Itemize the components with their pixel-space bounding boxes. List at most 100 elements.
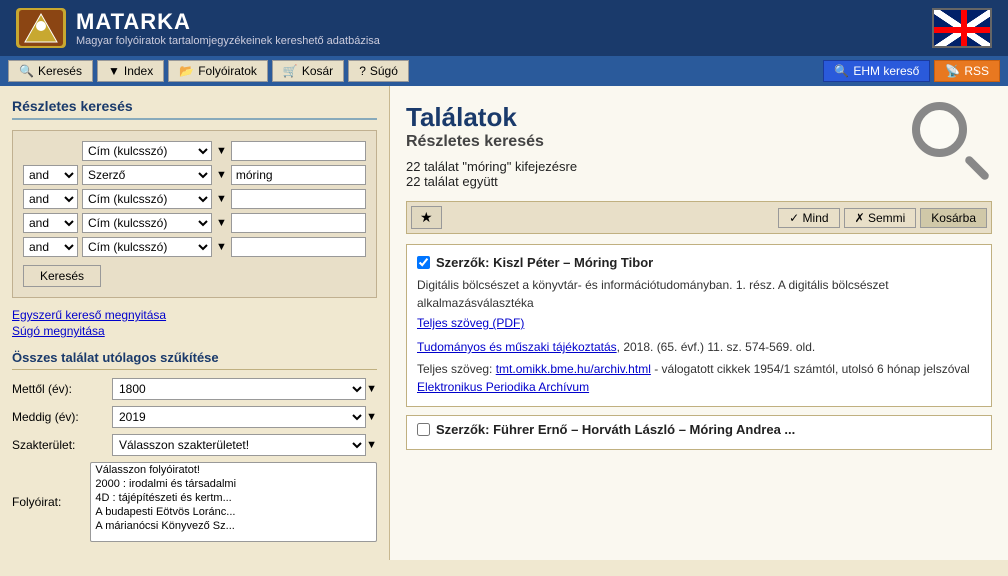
main-content: Részletes keresés Cím (kulcsszó) Szerző … [0, 86, 1008, 560]
results-count-1: 22 találat "móring" kifejezésre [406, 159, 577, 174]
result-2-checkbox[interactable] [417, 423, 430, 436]
nav-rss-button[interactable]: 📡 RSS [934, 60, 1000, 82]
magnifier-icon [912, 102, 992, 182]
search-input-1[interactable] [231, 141, 366, 161]
meddig-row: Meddig (év): 2019 ▼ [12, 406, 377, 428]
result-1-fulltext2-link[interactable]: tmt.omikk.bme.hu/archiv.html [496, 362, 651, 376]
simple-search-link[interactable]: Egyszerű kereső megnyitása [12, 308, 377, 322]
and-select-3[interactable]: and or not [23, 189, 78, 209]
folyoirat-option-0[interactable]: Válasszon folyóiratot! [91, 463, 376, 477]
logo-icon [16, 8, 66, 48]
field-select-3[interactable]: Cím (kulcsszó) Szerző [82, 189, 212, 209]
folyoirat-label: Folyóirat: [12, 495, 90, 509]
help-open-link[interactable]: Súgó megnyitása [12, 324, 377, 338]
results-count-2: 22 találat együtt [406, 174, 577, 189]
result-2-title: Szerzők: Führer Ernő – Horváth László – … [436, 422, 795, 437]
semmi-button[interactable]: ✗ Semmi [844, 208, 917, 228]
and-select-5[interactable]: and or not [23, 237, 78, 257]
result-1-body: Digitális bölcsészet a könyvtár- és info… [417, 276, 981, 396]
results-title-block: Találatok Részletes keresés 22 találat "… [406, 102, 577, 189]
sidebar-title: Részletes keresés [12, 98, 377, 120]
result-item-2: Szerzők: Führer Ernő – Horváth László – … [406, 415, 992, 450]
result-1-fulltext-link[interactable]: Teljes szöveg (PDF) [417, 314, 981, 332]
result-1-description: Digitális bölcsészet a könyvtár- és info… [417, 278, 889, 310]
result-2-header: Szerzők: Führer Ernő – Horváth László – … [417, 422, 981, 437]
app-subtitle: Magyar folyóiratok tartalomjegyzékeinek … [76, 35, 380, 47]
result-item-1: Szerzők: Kiszl Péter – Móring Tibor Digi… [406, 244, 992, 407]
dropdown-icon-3: ▼ [216, 193, 227, 205]
folyoirat-option-2[interactable]: 4D : tájépítészeti és kertm... [91, 491, 376, 505]
field-select-5[interactable]: Cím (kulcsszó) Szerző [82, 237, 212, 257]
search-input-2[interactable] [231, 165, 366, 185]
search-row-2: and or not Szerző Cím (kulcsszó) ▼ [23, 165, 366, 185]
dropdown-icon-2: ▼ [216, 169, 227, 181]
nav-index-button[interactable]: ▼ Index [97, 60, 164, 82]
result-1-archive-link[interactable]: Elektronikus Periodika Archívum [417, 380, 589, 394]
folyoirat-section: Folyóirat: Válasszon folyóiratot! 2000 :… [12, 462, 377, 542]
folyoirat-option-3[interactable]: A budapesti Eötvös Loránc... [91, 505, 376, 519]
szakterulet-select[interactable]: Válasszon szakterületet! [112, 434, 366, 456]
header: MATARKA Magyar folyóiratok tartalomjegyz… [0, 0, 1008, 56]
sidebar: Részletes keresés Cím (kulcsszó) Szerző … [0, 86, 390, 560]
header-logo: MATARKA Magyar folyóiratok tartalomjegyz… [16, 8, 380, 48]
search-button[interactable]: Keresés [23, 265, 101, 287]
nav-cart-button[interactable]: 🛒 Kosár [272, 60, 344, 82]
dropdown-icon-5: ▼ [216, 241, 227, 253]
sidebar-links: Egyszerű kereső megnyitása Súgó megnyitá… [12, 308, 377, 338]
szakterulet-dropdown-icon: ▼ [366, 439, 377, 451]
mettol-dropdown-icon: ▼ [366, 383, 377, 395]
and-select-2[interactable]: and or not [23, 165, 78, 185]
folyoirat-option-4[interactable]: A márianócsi Könyvező Sz... [91, 519, 376, 533]
mettol-label: Mettől (év): [12, 382, 112, 396]
results-toolbar: ★ ✓ Mind ✗ Semmi Kosárba [406, 201, 992, 234]
dropdown-icon-1: ▼ [216, 145, 227, 157]
results-header: Találatok Részletes keresés 22 találat "… [406, 102, 992, 189]
result-1-journal-link[interactable]: Tudományos és műszaki tájékoztatás [417, 340, 617, 354]
nav-search-button[interactable]: 🔍 Keresés [8, 60, 93, 82]
search-form: Cím (kulcsszó) Szerző Cím ▼ and or not S… [12, 130, 377, 298]
folyoirat-option-1[interactable]: 2000 : irodalmi és társadalmi [91, 477, 376, 491]
navigation: 🔍 Keresés ▼ Index 📂 Folyóiratok 🛒 Kosár … [0, 56, 1008, 86]
folyoirat-row: Folyóirat: Válasszon folyóiratot! 2000 :… [12, 462, 377, 542]
field-select-2[interactable]: Szerző Cím (kulcsszó) [82, 165, 212, 185]
search-row-5: and or not Cím (kulcsszó) Szerző ▼ [23, 237, 366, 257]
uk-flag[interactable] [932, 8, 992, 48]
meddig-select[interactable]: 2019 [112, 406, 366, 428]
meddig-label: Meddig (év): [12, 410, 112, 424]
filter-title: Összes találat utólagos szűkítése [12, 350, 377, 370]
results-subtitle: Részletes keresés [406, 133, 577, 151]
and-select-4[interactable]: and or not [23, 213, 78, 233]
nav-ehm-button[interactable]: 🔍 EHM kereső [823, 60, 930, 82]
result-1-fulltext2-suffix: - válogatott cikkek 1954/1 számtól, utol… [651, 362, 970, 376]
result-1-fulltext2: Teljes szöveg: tmt.omikk.bme.hu/archiv.h… [417, 360, 981, 378]
szakterulet-label: Szakterület: [12, 438, 112, 452]
result-1-header: Szerzők: Kiszl Péter – Móring Tibor [417, 255, 981, 270]
result-1-checkbox[interactable] [417, 256, 430, 269]
search-input-5[interactable] [231, 237, 366, 257]
app-title: MATARKA [76, 9, 380, 35]
search-row-1: Cím (kulcsszó) Szerző Cím ▼ [23, 141, 366, 161]
nav-help-button[interactable]: ? Súgó [348, 60, 409, 82]
kosarba-button[interactable]: Kosárba [920, 208, 987, 228]
mind-button[interactable]: ✓ Mind [778, 208, 839, 228]
mettol-row: Mettől (év): 1800 ▼ [12, 378, 377, 400]
nav-left: 🔍 Keresés ▼ Index 📂 Folyóiratok 🛒 Kosár … [8, 60, 409, 82]
result-1-title: Szerzők: Kiszl Péter – Móring Tibor [436, 255, 653, 270]
results-content: Találatok Részletes keresés 22 találat "… [390, 86, 1008, 560]
folyoirat-listbox[interactable]: Válasszon folyóiratot! 2000 : irodalmi é… [90, 462, 377, 542]
mettol-select[interactable]: 1800 [112, 378, 366, 400]
szakterulet-row: Szakterület: Válasszon szakterületet! ▼ [12, 434, 377, 456]
field-select-4[interactable]: Cím (kulcsszó) Szerző [82, 213, 212, 233]
field-select-1[interactable]: Cím (kulcsszó) Szerző Cím [82, 141, 212, 161]
search-row-4: and or not Cím (kulcsszó) Szerző ▼ [23, 213, 366, 233]
search-row-3: and or not Cím (kulcsszó) Szerző ▼ [23, 189, 366, 209]
search-input-4[interactable] [231, 213, 366, 233]
result-1-extra-text: , 2018. (65. évf.) 11. sz. 574-569. old. [617, 340, 816, 354]
star-button[interactable]: ★ [411, 206, 442, 229]
result-1-extra: Tudományos és műszaki tájékoztatás, 2018… [417, 338, 981, 356]
nav-journals-button[interactable]: 📂 Folyóiratok [168, 60, 268, 82]
result-1-fulltext2-prefix: Teljes szöveg: [417, 362, 496, 376]
search-input-3[interactable] [231, 189, 366, 209]
filter-section: Összes találat utólagos szűkítése Mettől… [12, 350, 377, 542]
header-title: MATARKA Magyar folyóiratok tartalomjegyz… [76, 9, 380, 47]
